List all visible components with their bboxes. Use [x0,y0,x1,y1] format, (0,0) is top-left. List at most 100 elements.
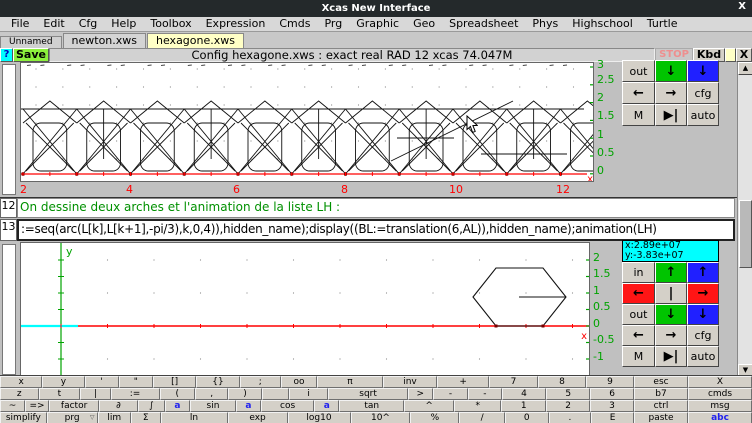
arrow-up-icon[interactable]: ↑ [655,262,687,283]
key-_[interactable]: > [408,388,433,400]
menu-file[interactable]: File [4,17,36,31]
key-8[interactable]: 8 [538,376,586,388]
key-_[interactable]: ^ [404,400,454,412]
key-_[interactable]: , [195,388,228,400]
key-2[interactable]: 2 [546,400,590,412]
auto-button[interactable]: auto [687,346,719,367]
in-button[interactable]: in [622,262,655,283]
auto-button[interactable]: auto [687,104,719,126]
out-button[interactable]: out [622,60,655,82]
key-z[interactable]: z [0,388,39,400]
key-_[interactable]: := [111,388,160,400]
key-0[interactable]: 0 [505,412,549,423]
key-_[interactable]: - [468,388,501,400]
key-4[interactable]: 4 [502,388,547,400]
key-_[interactable]: " [119,376,153,388]
key-_[interactable]: ( [160,388,195,400]
menu-prg[interactable]: Prg [317,17,349,31]
key-t[interactable]: t [39,388,81,400]
line-number-13[interactable]: 13 [0,219,17,241]
M-button[interactable]: M [622,104,655,126]
line-number-12[interactable]: 12 [0,198,17,218]
graph1-plot[interactable]: x [20,62,594,182]
key-_[interactable]: - [433,388,468,400]
key-simplify[interactable]: simplify [0,412,47,423]
key-a[interactable]: a [236,400,261,412]
key-b7[interactable]: b7 [634,388,688,400]
key-cmds[interactable]: cmds [688,388,752,400]
command-input[interactable]: :=seq(arc(L[k],L[k+1],-pi/3),k,0,4)),hid… [17,219,735,241]
key-_[interactable]: Σ [131,412,160,423]
key-x[interactable]: x [0,376,42,388]
cfg-button[interactable]: cfg [687,325,719,346]
help-button[interactable]: ? [0,48,13,62]
key-1[interactable]: 1 [501,400,546,412]
arrow-down-icon[interactable]: ↓ [687,304,719,325]
arrow-right-icon[interactable]: → [687,283,719,304]
menu-edit[interactable]: Edit [36,17,71,31]
pause-icon[interactable]: | [655,283,687,304]
key-exp[interactable]: exp [228,412,288,423]
key-lim[interactable]: lim [98,412,132,423]
key-x[interactable]: X [688,376,752,388]
key-7[interactable]: 7 [489,376,538,388]
key-inv[interactable]: inv [383,376,438,388]
graph2-plot[interactable]: yx [20,242,590,376]
out-button[interactable]: out [622,304,655,325]
key-_[interactable]: | [80,388,110,400]
cfg-button[interactable]: cfg [687,82,719,104]
menu-help[interactable]: Help [104,17,143,31]
arrow-right-icon[interactable]: → [655,82,687,104]
key-tan[interactable]: tan [339,400,404,412]
arrow-down-icon[interactable]: ↓ [655,60,687,82]
menu-expression[interactable]: Expression [199,17,273,31]
key-_[interactable]: => [25,400,49,412]
key-sqrt[interactable]: sqrt [328,388,407,400]
comment-line-text[interactable]: On dessine deux arches et l'animation de… [17,198,735,218]
menu-toolbox[interactable]: Toolbox [143,17,198,31]
key-paste[interactable]: paste [634,412,688,423]
key-cos[interactable]: cos [261,400,314,412]
menu-turtle[interactable]: Turtle [640,17,685,31]
key-_[interactable]: [] [153,376,196,388]
save-button[interactable]: Save [13,48,49,62]
menu-geo[interactable]: Geo [406,17,442,31]
menu-graphic[interactable]: Graphic [349,17,406,31]
arrow-left-icon[interactable]: ← [622,325,655,346]
key-msg[interactable]: msg [688,400,752,412]
arrow-down-icon[interactable]: ↓ [655,304,687,325]
M-button[interactable]: M [622,346,655,367]
menu-spreadsheet[interactable]: Spreadsheet [442,17,525,31]
scrollbar-thumb[interactable] [739,200,752,268]
key-_[interactable]: ; [240,376,281,388]
arrow-up-icon[interactable]: ↑ [687,262,719,283]
key-esc[interactable]: esc [634,376,688,388]
menu-highschool[interactable]: Highschool [565,17,640,31]
key-9[interactable]: 9 [586,376,634,388]
key-5[interactable]: 5 [546,388,590,400]
menu-cfg[interactable]: Cfg [72,17,105,31]
arrow-right-icon[interactable]: → [655,325,687,346]
key-_[interactable]: + [437,376,488,388]
key-ln[interactable]: ln [161,412,228,423]
arrow-left-icon[interactable]: ← [622,283,655,304]
key-_[interactable]: * [454,400,501,412]
key-sin[interactable]: sin [190,400,236,412]
tab-newton-xws[interactable]: newton.xws [63,33,146,48]
key-_[interactable]: ) [228,388,261,400]
key-y[interactable]: y [42,376,84,388]
key-6[interactable]: 6 [590,388,634,400]
tab-hexagone-xws[interactable]: hexagone.xws [147,33,244,48]
key-_[interactable]: . [549,412,592,423]
key-i[interactable]: i [289,388,329,400]
key-blank[interactable] [262,388,289,400]
session-scrollbar[interactable]: ▲ ▼ [737,62,752,377]
menu-cmds[interactable]: Cmds [272,17,317,31]
key-oo[interactable]: oo [281,376,318,388]
menu-phys[interactable]: Phys [525,17,565,31]
key-prg[interactable]: prg▽ [47,412,98,423]
window-close-icon[interactable]: X [738,1,746,12]
session-close-button[interactable]: X [736,48,752,62]
step-icon[interactable]: ▶| [655,104,687,126]
step-icon[interactable]: ▶| [655,346,687,367]
